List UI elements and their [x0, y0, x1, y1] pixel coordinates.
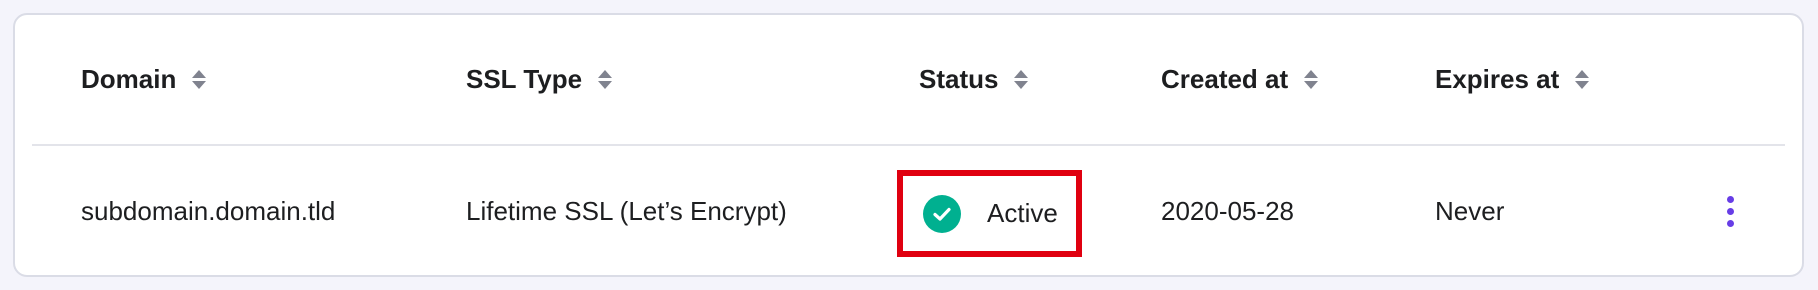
expires-at-cell: Never: [1435, 196, 1505, 226]
status-label: Active: [987, 198, 1058, 228]
column-header-ssl-type[interactable]: SSL Type: [466, 15, 613, 144]
sort-icon[interactable]: [1014, 69, 1029, 91]
sort-icon[interactable]: [1575, 69, 1590, 91]
check-circle-icon: [923, 194, 961, 233]
created-at-cell: 2020-05-28: [1161, 196, 1294, 226]
column-header-domain[interactable]: Domain: [81, 15, 207, 144]
column-header-label: Expires at: [1435, 64, 1560, 94]
column-header-label: SSL Type: [466, 64, 583, 94]
sort-icon[interactable]: [192, 69, 207, 91]
column-header-label: Created at: [1161, 64, 1289, 94]
status-highlight-box: Active: [897, 170, 1082, 257]
domain-cell: subdomain.domain.tld: [81, 196, 336, 226]
sort-icon[interactable]: [1304, 69, 1319, 91]
table-row: subdomain.domain.tld Lifetime SSL (Let’s…: [15, 146, 1802, 277]
column-header-expires-at[interactable]: Expires at: [1435, 15, 1590, 144]
ssl-certificates-card: Domain SSL Type Status Created at Expire…: [13, 13, 1804, 277]
column-header-created-at[interactable]: Created at: [1161, 15, 1319, 144]
ssl-type-cell: Lifetime SSL (Let’s Encrypt): [466, 196, 787, 226]
sort-icon[interactable]: [598, 69, 613, 91]
column-header-label: Domain: [81, 64, 177, 94]
status-cell: Active: [923, 176, 1058, 251]
column-header-label: Status: [919, 64, 999, 94]
column-header-status[interactable]: Status: [919, 15, 1029, 144]
more-vertical-icon[interactable]: [1715, 146, 1745, 277]
table-header: Domain SSL Type Status Created at Expire…: [15, 15, 1802, 144]
